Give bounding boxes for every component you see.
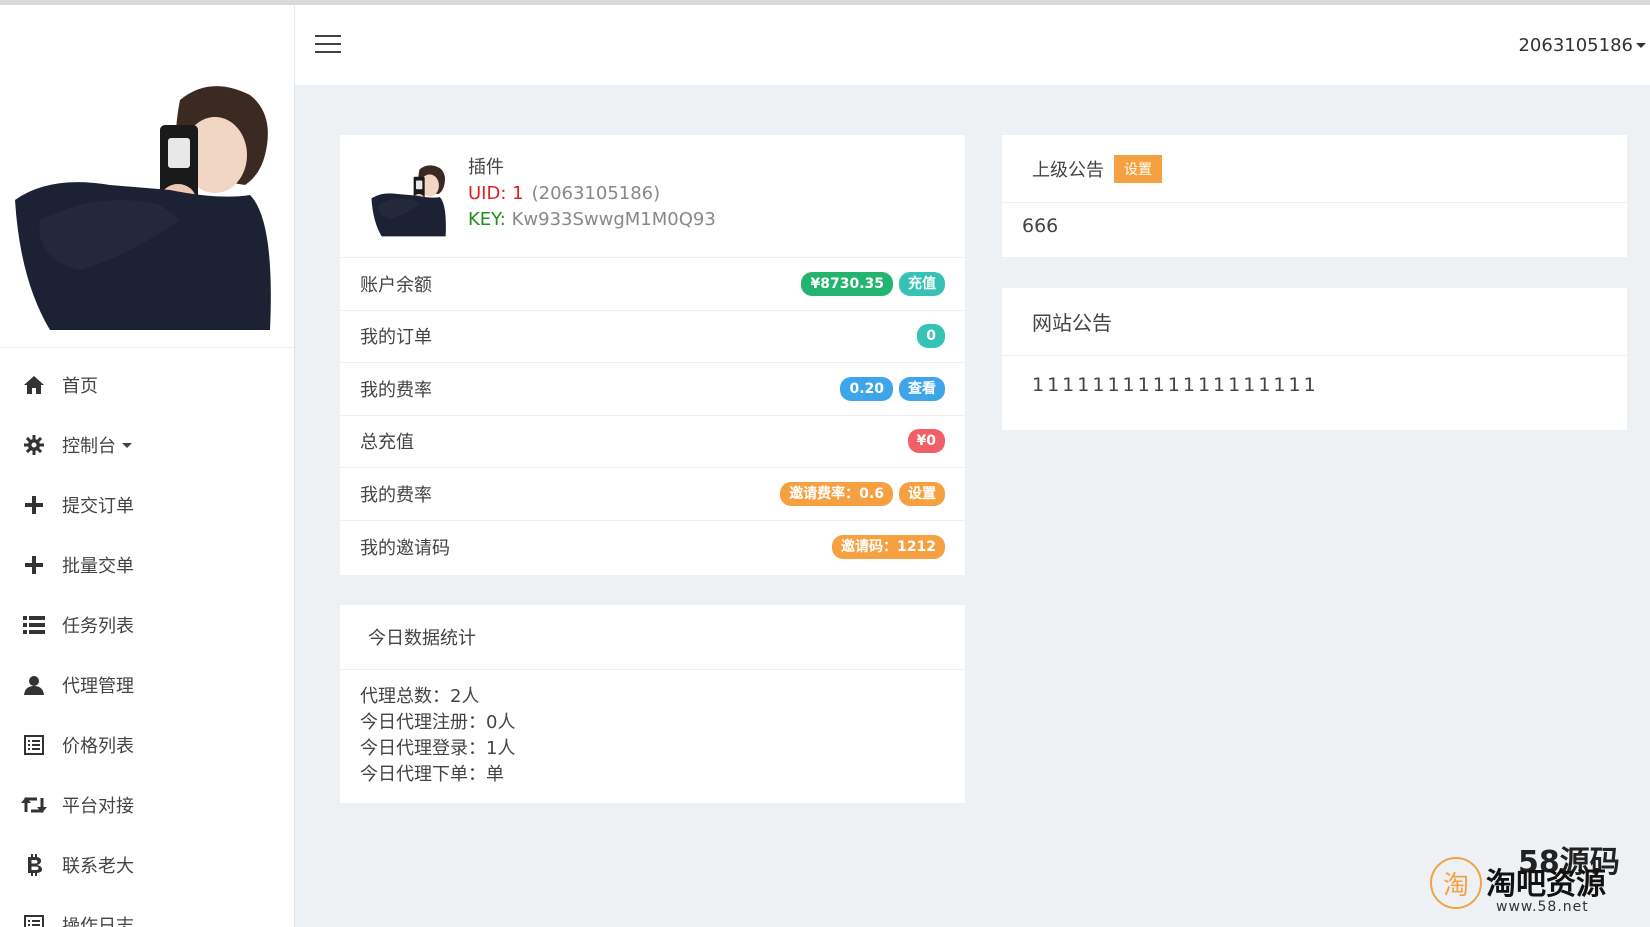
document-list-icon [20,913,48,927]
chevron-down-icon [122,442,132,448]
sidebar-avatar [0,5,294,345]
plus-icon [20,553,48,577]
gear-icon [20,433,48,457]
today-stat-line: 今日代理注册：0人 [360,712,516,733]
rate-badge: 0.20 [840,376,893,401]
today-stats-card: 今日数据统计 代理总数：2人 今日代理注册：0人 今日代理登录：1人 今日代理下… [340,605,965,803]
today-stat-line: 今日代理下单：单 [360,764,504,785]
plus-icon [20,493,48,517]
user-dropdown[interactable]: 2063105186 [1518,35,1646,56]
menu-toggle-icon[interactable] [315,35,341,55]
profile-avatar [371,165,446,237]
avatar-photo [15,86,271,330]
upper-notice-content: 666 [1022,215,1059,237]
stat-label: 总充值 [360,432,414,454]
sidebar-item-label: 首页 [62,376,98,397]
recharge-button[interactable]: 充值 [899,271,945,296]
upper-notice-title: 上级公告 [1032,159,1104,181]
chevron-down-icon [1636,43,1646,48]
watermark-text-main: 淘吧资源 [1486,867,1606,902]
site-notice-title: 网站公告 [1002,288,1627,356]
sidebar-item-task-list[interactable]: 任务列表 [0,595,294,655]
sidebar-item-label: 批量交单 [62,556,134,577]
profile-key: KEY: Kw933SwwgM1M0Q93 [468,207,716,233]
balance-badge: ¥8730.35 [801,271,893,296]
sidebar-item-label: 提交订单 [62,496,134,517]
sidebar-item-label: 任务列表 [62,616,134,637]
set-invite-rate-button[interactable]: 设置 [899,481,945,506]
stat-label: 我的费率 [360,484,432,506]
site-notice-content: 1111111111111111111 [1032,374,1319,396]
today-stat-line: 代理总数：2人 [360,686,480,707]
sidebar-divider [0,347,294,348]
stat-row-balance: 账户余额 ¥8730.35 充值 [340,258,965,311]
total-recharge-badge: ¥0 [907,429,945,454]
sidebar-item-platform-integration[interactable]: 平台对接 [0,775,294,835]
stat-row-rate: 我的费率 0.20 查看 [340,363,965,416]
sidebar-item-console[interactable]: 控制台 [0,415,294,475]
sidebar-item-label: 价格列表 [62,736,134,757]
profile-card: 插件 UID: 1 (2063105186) KEY: Kw933SwwgM1M0… [340,135,965,575]
stat-label: 我的订单 [360,327,432,349]
sidebar-menu: 首页 控制台 提交订单 批量交单 任务列表 代理管理 价格列表 平台对接 联系老… [0,355,294,927]
key-label: KEY: [468,209,506,230]
sidebar-item-label: 操作日志 [62,916,134,927]
sidebar-item-label: 控制台 [62,436,116,457]
profile-info: 插件 UID: 1 (2063105186) KEY: Kw933SwwgM1M0… [468,155,716,233]
sidebar-item-home[interactable]: 首页 [0,355,294,415]
today-stat-line: 今日代理登录：1人 [360,738,516,759]
retweet-icon [20,793,48,817]
sidebar-item-label: 联系老大 [62,856,134,877]
stat-label: 我的邀请码 [360,537,450,559]
watermark: 淘 58源码 淘吧资源 www.58.net [1430,837,1640,917]
watermark-url: www.58.net [1496,899,1589,915]
sidebar-item-agent-management[interactable]: 代理管理 [0,655,294,715]
list-icon [20,613,48,637]
username-label: 2063105186 [1518,35,1633,56]
sidebar-item-contact-boss[interactable]: 联系老大 [0,835,294,895]
bitcoin-icon [20,853,48,877]
key-value: Kw933SwwgM1M0Q93 [511,209,716,230]
sidebar-item-batch-submit[interactable]: 批量交单 [0,535,294,595]
document-list-icon [20,733,48,757]
stat-row-orders: 我的订单 0 [340,311,965,363]
sidebar: 首页 控制台 提交订单 批量交单 任务列表 代理管理 价格列表 平台对接 联系老… [0,5,295,927]
sidebar-item-operation-log[interactable]: 操作日志 [0,895,294,927]
orders-count-badge: 0 [917,324,945,349]
today-stats-title: 今日数据统计 [340,605,965,670]
invite-code-badge: 邀请码：1212 [832,534,945,559]
stat-row-total-recharge: 总充值 ¥0 [340,416,965,468]
profile-name: 插件 [468,157,504,178]
upper-notice-set-button[interactable]: 设置 [1114,154,1162,183]
site-notice-card: 网站公告 1111111111111111111 [1002,288,1627,430]
upper-notice-header: 上级公告 设置 [1002,135,1627,203]
invite-rate-badge: 邀请费率：0.6 [780,481,893,506]
stat-row-invite-code: 我的邀请码 邀请码：1212 [340,521,965,574]
watermark-logo-icon: 淘 [1430,857,1482,909]
profile-header: 插件 UID: 1 (2063105186) KEY: Kw933SwwgM1M0… [340,135,965,258]
sidebar-item-label: 代理管理 [62,676,134,697]
top-header: 2063105186 [295,5,1650,85]
stat-label: 我的费率 [360,379,432,401]
stat-label: 账户余额 [360,274,432,296]
upper-notice-card: 上级公告 设置 666 [1002,135,1627,257]
view-rate-button[interactable]: 查看 [899,376,945,401]
user-icon [20,673,48,697]
uid-qq: (2063105186) [531,183,661,204]
today-stats-body: 代理总数：2人 今日代理注册：0人 今日代理登录：1人 今日代理下单：单 [340,670,965,802]
uid-label: UID: 1 [468,183,524,204]
sidebar-item-price-list[interactable]: 价格列表 [0,715,294,775]
stat-row-invite-rate: 我的费率 邀请费率：0.6 设置 [340,468,965,521]
home-icon [20,373,48,397]
sidebar-item-submit-order[interactable]: 提交订单 [0,475,294,535]
sidebar-item-label: 平台对接 [62,796,134,817]
profile-uid: UID: 1 (2063105186) [468,181,716,207]
